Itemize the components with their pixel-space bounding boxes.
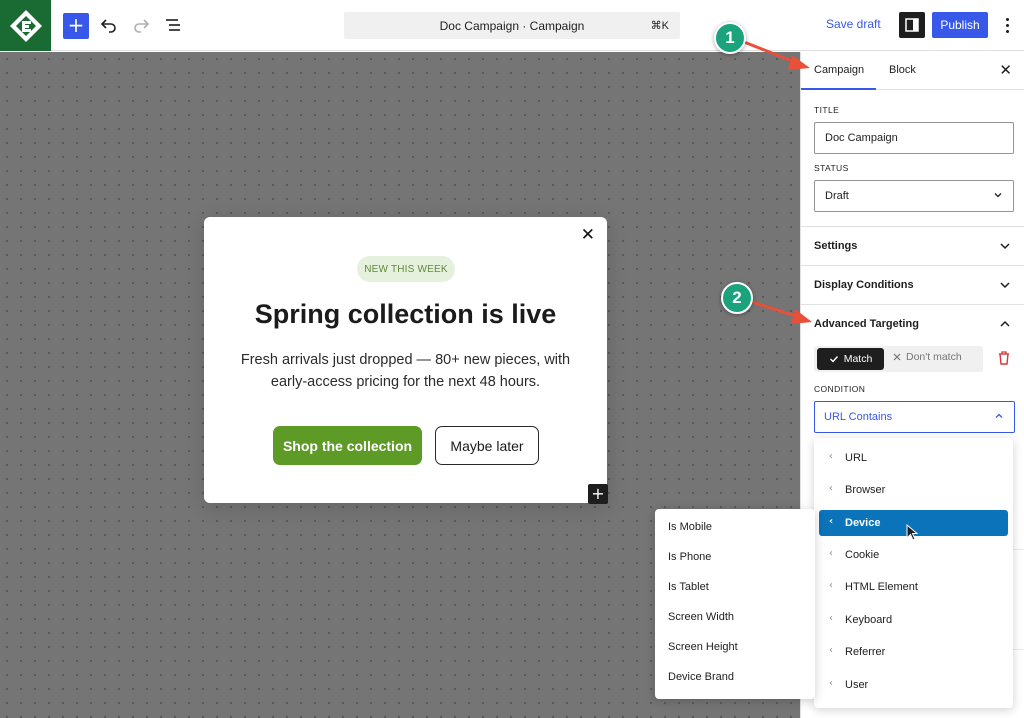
campaign-popup[interactable]: ✕ NEW THIS WEEK Spring collection is liv… [204,217,607,503]
menu-item-referrer[interactable]: ‹ Referrer [819,639,1008,665]
chevron-left-icon: ‹ [829,451,833,462]
condition-dropdown-menu: ‹ URL ‹ Browser ‹ Device ‹ Cookie ‹ HTML Elem… [814,438,1013,708]
chevron-up-icon [995,413,1003,418]
command-palette-bar[interactable]: Doc Campaign · Campaign ⌘K [344,12,680,39]
menu-item-label: Device [845,517,881,529]
title-input[interactable]: Doc Campaign [814,122,1014,154]
chevron-left-icon: ‹ [829,580,833,591]
match-label: Match [843,353,873,365]
dont-match-toggle[interactable]: Don't match [893,351,962,363]
mouse-cursor-icon [906,524,919,541]
active-tab-indicator [801,88,876,90]
title-label: TITLE [814,105,840,115]
menu-item-user[interactable]: ‹ User [819,672,1008,698]
dont-match-label: Don't match [906,351,962,363]
redo-button[interactable] [129,13,153,37]
menu-item-label: HTML Element [845,581,918,593]
menu-item-label: Referrer [845,646,886,658]
submenu-item-screen-height[interactable]: Screen Height [668,641,738,653]
document-overview-button[interactable] [161,13,185,37]
match-toggle[interactable]: Match [817,348,884,370]
x-icon [893,353,901,361]
check-icon [829,356,838,363]
chevron-left-icon: ‹ [829,645,833,656]
undo-icon [100,19,116,33]
tab-campaign[interactable]: Campaign [814,64,864,76]
status-select[interactable]: Draft [814,180,1014,212]
tab-block[interactable]: Block [889,64,916,76]
undo-button[interactable] [97,13,121,37]
menu-item-label: Keyboard [845,614,893,626]
submenu-item-is-phone[interactable]: Is Phone [668,551,711,563]
panel-display-conditions[interactable]: Display Conditions [801,265,1024,304]
sidebar-tabs: Campaign Block ✕ [801,52,1024,90]
maybe-later-button[interactable]: Maybe later [435,426,539,465]
publish-button[interactable]: Publish [932,12,988,38]
shortcut-hint: ⌘K [650,20,669,32]
chevron-left-icon: ‹ [829,548,833,559]
menu-item-url[interactable]: ‹ URL [819,445,1008,471]
status-label: STATUS [814,163,849,173]
callout-1: 1 [714,22,746,54]
chevron-left-icon: ‹ [829,613,833,624]
condition-label: CONDITION [814,384,866,394]
close-sidebar-icon[interactable]: ✕ [999,61,1012,79]
menu-item-cookie[interactable]: ‹ Cookie [819,542,1008,568]
settings-sidebar-toggle[interactable] [899,12,925,38]
sidebar-icon [905,18,919,32]
shop-collection-button[interactable]: Shop the collection [273,426,422,465]
chevron-left-icon: ‹ [829,516,834,527]
top-toolbar: + Doc Campaign · Campaign ⌘K Save draft … [0,0,1024,51]
app-logo[interactable] [0,0,51,51]
trash-icon[interactable] [997,350,1011,366]
submenu-item-is-mobile[interactable]: Is Mobile [668,521,712,533]
chevron-left-icon: ‹ [829,678,833,689]
list-view-icon [166,19,180,31]
panel-display-conditions-label: Display Conditions [814,279,914,291]
condition-value: URL Contains [824,411,893,423]
more-options-icon[interactable] [1000,14,1014,36]
add-block-button[interactable]: + [63,13,89,39]
popup-close-icon[interactable]: ✕ [581,225,595,245]
status-value: Draft [825,190,849,202]
logo-icon [9,9,42,42]
menu-item-browser[interactable]: ‹ Browser [819,477,1008,503]
condition-select[interactable]: URL Contains [814,401,1015,433]
submenu-item-device-brand[interactable]: Device Brand [668,671,734,683]
menu-item-html-element[interactable]: ‹ HTML Element [819,574,1008,600]
panel-settings-label: Settings [814,240,858,252]
chevron-left-icon: ‹ [829,483,833,494]
popup-title[interactable]: Spring collection is live [204,299,607,330]
popup-description[interactable]: Fresh arrivals just dropped — 80+ new pi… [234,349,577,393]
chevron-down-icon [1000,282,1010,289]
panel-advanced-targeting[interactable]: Advanced Targeting [801,304,1024,343]
device-submenu: Is Mobile Is Phone Is Tablet Screen Widt… [655,509,815,699]
block-inserter-button[interactable]: + [588,484,608,504]
panel-advanced-targeting-label: Advanced Targeting [814,318,919,330]
callout-2: 2 [721,282,753,314]
submenu-item-is-tablet[interactable]: Is Tablet [668,581,709,593]
menu-item-label: Browser [845,484,886,496]
match-toggle-group: Match Don't match [814,346,983,372]
chevron-up-icon [1000,320,1010,327]
redo-icon [134,19,150,33]
menu-item-label: User [845,679,869,691]
chevron-down-icon [994,193,1002,198]
save-draft-button[interactable]: Save draft [826,17,881,31]
submenu-item-screen-width[interactable]: Screen Width [668,611,734,623]
panel-settings[interactable]: Settings [801,226,1024,265]
chevron-down-icon [1000,243,1010,250]
new-badge: NEW THIS WEEK [357,256,455,282]
document-title: Doc Campaign · Campaign [439,18,585,33]
menu-item-label: URL [845,452,868,464]
menu-item-label: Cookie [845,549,880,561]
menu-item-keyboard[interactable]: ‹ Keyboard [819,607,1008,633]
